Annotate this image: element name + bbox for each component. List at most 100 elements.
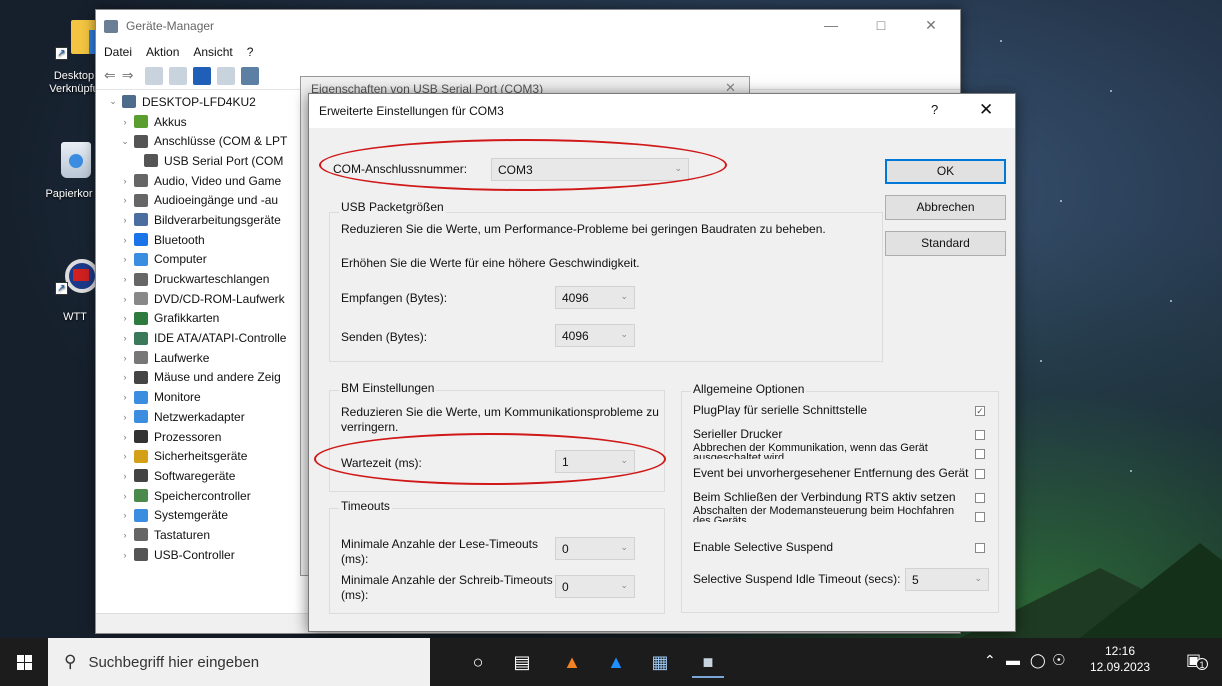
receive-bytes-select[interactable]: 4096 ⌄ (555, 286, 635, 309)
tree-root[interactable]: ⌄ DESKTOP-LFD4KU2 (106, 92, 306, 112)
chevron-down-icon[interactable]: ⌄ (106, 96, 120, 107)
chevron-right-icon[interactable]: › (118, 117, 132, 127)
tree-item[interactable]: USB Serial Port (COM (106, 151, 306, 171)
menu-help[interactable]: ? (247, 45, 254, 59)
dialog-titlebar[interactable]: Erweiterte Einstellungen für COM3 (309, 94, 1015, 128)
chevron-right-icon[interactable]: › (118, 176, 132, 186)
defaults-button[interactable]: Standard (885, 231, 1006, 256)
minimize-button[interactable]: — (808, 10, 854, 40)
option-checkbox[interactable] (975, 430, 985, 440)
chevron-right-icon[interactable]: › (118, 471, 132, 481)
tree-item[interactable]: › Monitore (106, 387, 306, 407)
tree-item[interactable]: › IDE ATA/ATAPI-Controlle (106, 328, 306, 348)
chevron-right-icon[interactable]: › (118, 215, 132, 225)
device-manager-taskbar-icon[interactable]: ■ (692, 646, 724, 678)
scan-toolbar-icon[interactable] (217, 66, 236, 85)
write-timeout-select[interactable]: 0 ⌄ (555, 575, 635, 598)
chevron-right-icon[interactable]: › (118, 392, 132, 402)
vlc-icon[interactable]: ▲ (556, 646, 588, 678)
idle-timeout-select[interactable]: 5 ⌄ (905, 568, 989, 591)
desktop-icon-recycle-bin[interactable]: Papierkor (34, 140, 104, 200)
tree-item[interactable]: › Grafikkarten (106, 309, 306, 329)
chevron-right-icon[interactable]: › (118, 254, 132, 264)
cancel-button[interactable]: Abbrechen (885, 195, 1006, 220)
menu-datei[interactable]: Datei (104, 45, 132, 59)
tree-item[interactable]: ⌄ Anschlüsse (COM & LPT (106, 131, 306, 151)
tree-item[interactable]: › Laufwerke (106, 348, 306, 368)
tree-item[interactable]: › Audioeingänge und -au (106, 190, 306, 210)
update-driver-toolbar-icon[interactable] (241, 66, 260, 85)
tree-item[interactable]: › Computer (106, 250, 306, 270)
chevron-right-icon[interactable]: › (118, 432, 132, 442)
menu-ansicht[interactable]: Ansicht (193, 45, 232, 59)
chevron-down-icon[interactable]: ⌄ (118, 136, 132, 147)
tree-root-label: DESKTOP-LFD4KU2 (142, 94, 256, 109)
app-icon[interactable]: ▲ (600, 646, 632, 678)
chevron-right-icon[interactable]: › (118, 372, 132, 382)
globe-network-icon[interactable]: ☉ (1052, 651, 1065, 669)
tree-item[interactable]: › Softwaregeräte (106, 466, 306, 486)
tree-item[interactable]: › USB-Controller (106, 545, 306, 565)
option-checkbox[interactable] (975, 512, 985, 522)
option-checkbox[interactable] (975, 449, 985, 459)
clock[interactable]: 12:16 12.09.2023 (1090, 644, 1150, 674)
tree-item[interactable]: › Audio, Video und Game (106, 171, 306, 191)
send-bytes-select[interactable]: 4096 ⌄ (555, 324, 635, 347)
wtt-app-icon: ↗ (55, 255, 99, 295)
chevron-right-icon[interactable]: › (118, 294, 132, 304)
tree-item[interactable]: › Sicherheitsgeräte (106, 446, 306, 466)
chevron-right-icon[interactable]: › (118, 510, 132, 520)
back-arrow-icon[interactable]: ⇐ (104, 67, 116, 84)
forward-arrow-icon[interactable]: ⇒ (122, 67, 134, 84)
close-button[interactable]: ✕ (908, 10, 954, 40)
chevron-down-icon: ⌄ (620, 291, 628, 301)
chevron-right-icon[interactable]: › (118, 313, 132, 323)
read-timeout-select[interactable]: 0 ⌄ (555, 537, 635, 560)
view-toolbar-icon[interactable] (169, 66, 188, 85)
menu-aktion[interactable]: Aktion (146, 45, 179, 59)
tree-item[interactable]: › Tastaturen (106, 525, 306, 545)
tree-item[interactable]: › Bluetooth (106, 230, 306, 250)
usb-tray-icon[interactable]: ◯ (1030, 652, 1046, 669)
properties-toolbar-icon[interactable] (145, 66, 164, 85)
chevron-right-icon[interactable]: › (118, 412, 132, 422)
tree-item[interactable]: › Prozessoren (106, 427, 306, 447)
app-icon[interactable]: ▦ (644, 646, 676, 678)
chevron-right-icon[interactable]: › (118, 274, 132, 284)
chevron-right-icon[interactable]: › (118, 195, 132, 205)
task-view-icon[interactable]: ▤ (506, 646, 538, 678)
advanced-settings-dialog[interactable]: Erweiterte Einstellungen für COM3 ? ✕ CO… (308, 93, 1016, 632)
battery-icon[interactable]: ▬ (1006, 652, 1020, 668)
chevron-right-icon[interactable]: › (118, 550, 132, 560)
tree-item[interactable]: › Mäuse und andere Zeig (106, 368, 306, 388)
maximize-button[interactable]: □ (858, 10, 904, 40)
tree-item[interactable]: › Druckwarteschlangen (106, 269, 306, 289)
help-toolbar-icon[interactable] (193, 66, 212, 85)
chevron-right-icon[interactable]: › (118, 530, 132, 540)
tree-item[interactable]: › Systemgeräte (106, 505, 306, 525)
tree-item[interactable]: › Speichercontroller (106, 486, 306, 506)
tree-item[interactable]: › Akkus (106, 112, 306, 132)
tree-item[interactable]: › Bildverarbeitungsgeräte (106, 210, 306, 230)
chevron-right-icon[interactable]: › (118, 333, 132, 343)
chevron-right-icon[interactable]: › (118, 491, 132, 501)
notification-center-icon[interactable]: ▣ 1 (1186, 650, 1208, 670)
dialog-close-button[interactable]: ✕ (979, 100, 993, 120)
tree-item[interactable]: › DVD/CD-ROM-Laufwerk (106, 289, 306, 309)
chevron-up-icon[interactable]: ⌃ (984, 652, 996, 669)
idle-timeout-label: Selective Suspend Idle Timeout (secs): (693, 572, 901, 586)
option-checkbox[interactable]: ✓ (975, 406, 985, 416)
taskbar-search-box[interactable]: ⚲ Suchbegriff hier eingeben (48, 638, 430, 686)
cortana-icon[interactable]: ○ (462, 646, 494, 678)
chevron-right-icon[interactable]: › (118, 451, 132, 461)
desktop-icon-shortcut[interactable]: ↗ Desktop Verknüpfu (34, 20, 111, 96)
ok-button[interactable]: OK (885, 159, 1006, 184)
option-checkbox[interactable] (975, 469, 985, 479)
option-checkbox[interactable] (975, 543, 985, 553)
help-button[interactable]: ? (931, 102, 938, 117)
option-checkbox[interactable] (975, 493, 985, 503)
chevron-right-icon[interactable]: › (118, 353, 132, 363)
tree-item[interactable]: › Netzwerkadapter (106, 407, 306, 427)
start-button[interactable] (0, 638, 48, 686)
chevron-right-icon[interactable]: › (118, 235, 132, 245)
